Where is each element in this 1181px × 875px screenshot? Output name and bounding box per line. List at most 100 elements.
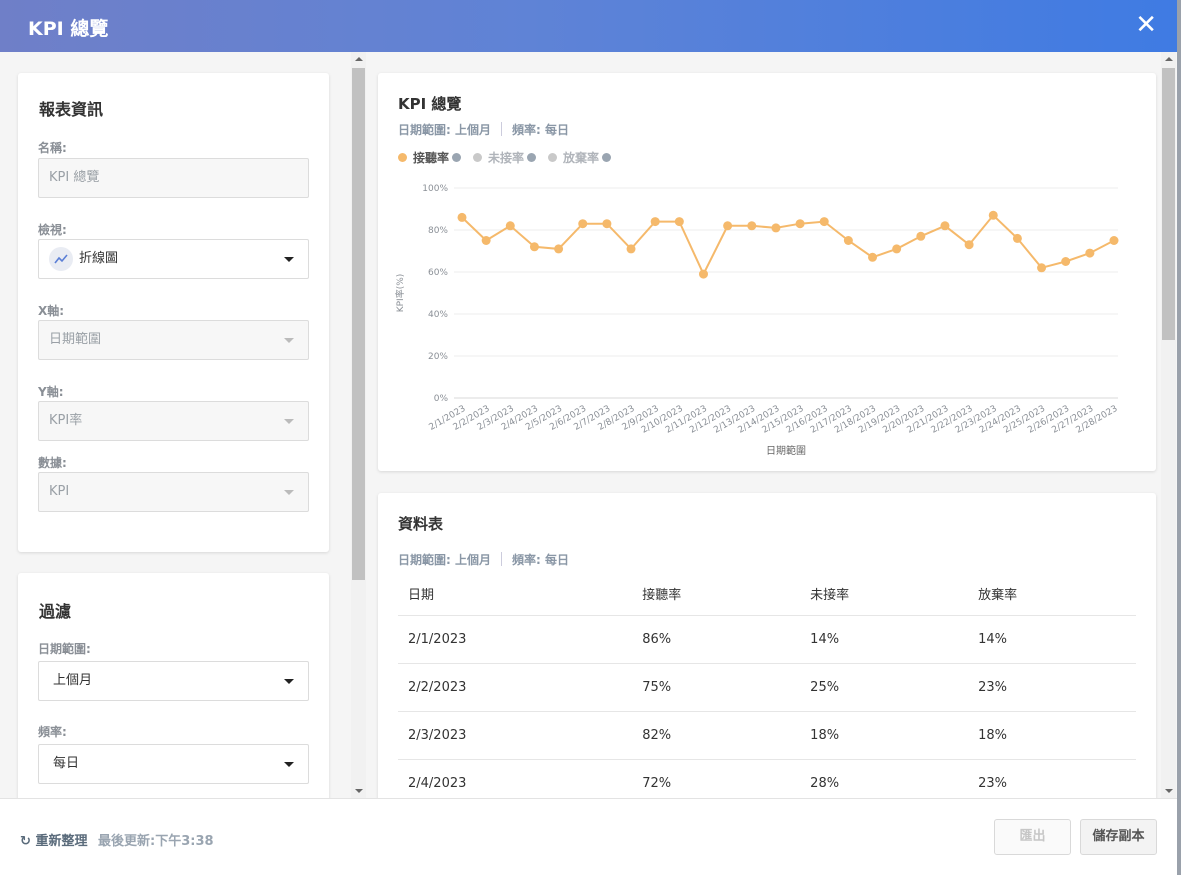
data-point [626, 244, 636, 254]
table-cell: 82% [632, 711, 801, 760]
chevron-down-icon [284, 762, 294, 767]
name-field[interactable]: KPI 總覽 [38, 158, 309, 198]
table-date-range: 日期範圍: 上個月 [398, 553, 491, 567]
data-point [1037, 263, 1047, 273]
table-cell: 2/4/2023 [398, 759, 633, 798]
frequency-select[interactable]: 每日 [38, 744, 309, 784]
y-axis-value: KPI率 [49, 413, 83, 428]
data-select[interactable]: KPI [38, 472, 309, 512]
data-point [892, 244, 902, 254]
column-header: 日期 [398, 573, 633, 616]
table-cell: 28% [800, 759, 969, 798]
export-button[interactable]: 匯出 [994, 819, 1071, 855]
table-cell: 2/1/2023 [398, 615, 633, 664]
refresh-label: 重新整理 [35, 834, 88, 849]
data-point [795, 219, 805, 229]
data-point [602, 219, 612, 229]
left-scrollbar[interactable] [351, 52, 366, 798]
y-tick-label: 60% [428, 268, 448, 278]
data-point [1085, 248, 1095, 258]
scroll-up-icon[interactable] [1165, 57, 1173, 61]
refresh-button[interactable]: ↻ 重新整理 [20, 830, 87, 849]
kpi-line-chart: 0%20%40%60%80%100%2/1/20232/2/20232/3/20… [394, 184, 1120, 457]
table-cell: 72% [632, 759, 801, 798]
table-row: 2/2/2023 75% 25% 23% [398, 663, 1136, 712]
right-scrollbar[interactable] [1161, 52, 1176, 798]
date-range-value: 上個月 [53, 673, 93, 688]
scroll-down-icon[interactable] [355, 789, 363, 793]
data-point [723, 221, 733, 231]
scroll-down-icon[interactable] [1165, 789, 1173, 793]
data-point [868, 252, 878, 262]
column-header: 未接率 [800, 573, 969, 616]
view-label: 檢視: [38, 223, 67, 237]
table-cell: 75% [632, 663, 801, 712]
table-cell: 23% [968, 759, 1136, 798]
data-point [988, 210, 998, 220]
data-point [771, 223, 781, 233]
table-cell: 23% [968, 663, 1136, 712]
report-info-heading: 報表資訊 [39, 100, 104, 119]
table-cell: 18% [968, 711, 1136, 760]
kpi-modal: KPI 總覽 ✕ 報表資訊 名稱: KPI 總覽 檢視: 折線圖 X軸: 日期範… [0, 0, 1177, 875]
x-axis-title: 日期範圍 [766, 444, 806, 457]
table-card-title: 資料表 [398, 515, 444, 533]
modal-title: KPI 總覽 [28, 18, 109, 40]
refresh-icon: ↻ [20, 834, 31, 849]
y-tick-label: 40% [428, 310, 448, 320]
y-axis-select[interactable]: KPI率 [38, 401, 309, 441]
table-cell: 18% [800, 711, 969, 760]
chart-card: KPI 總覽 日期範圍: 上個月 頻率: 每日 接聽率 未接率 放棄率 0% 20% 40… [378, 73, 1156, 471]
data-point [819, 217, 829, 227]
filter-card: 過濾 日期範圍: 上個月 頻率: 每日 [18, 573, 329, 798]
data-point [1012, 233, 1022, 243]
date-range-select[interactable]: 上個月 [38, 661, 309, 701]
name-label: 名稱: [38, 141, 67, 155]
filter-heading: 過濾 [39, 602, 72, 621]
column-header: 放棄率 [968, 573, 1136, 616]
y-axis-title: KPI率(%) [394, 274, 406, 313]
line-chart-icon [49, 247, 73, 271]
data-point [964, 240, 974, 250]
data-value: KPI [49, 484, 70, 499]
column-header: 接聽率 [632, 573, 801, 616]
data-table-card: 資料表 日期範圍: 上個月 頻率: 每日 日期 接聽率 未接率 放棄率 2/1/2023… [378, 493, 1156, 798]
table-cell: 14% [968, 615, 1136, 664]
data-point [650, 217, 660, 227]
x-axis-label: X軸: [38, 304, 65, 318]
data-label: 數據: [38, 456, 67, 470]
table-header-row: 日期 接聽率 未接率 放棄率 [398, 573, 1136, 616]
modal-header: KPI 總覽 ✕ [0, 0, 1177, 52]
close-icon[interactable]: ✕ [1135, 10, 1157, 40]
table-cell: 14% [800, 615, 969, 664]
table-filters-summary: 日期範圍: 上個月 頻率: 每日 [398, 551, 569, 568]
data-point [554, 244, 564, 254]
frequency-value: 每日 [53, 756, 80, 771]
y-tick-label: 20% [428, 352, 448, 362]
frequency-label: 頻率: [38, 725, 67, 739]
data-point [1061, 257, 1071, 266]
save-copy-button[interactable]: 儲存副本 [1080, 819, 1157, 855]
view-select[interactable]: 折線圖 [38, 239, 309, 279]
data-point [747, 221, 757, 231]
scroll-up-icon[interactable] [355, 57, 363, 61]
data-point [843, 236, 853, 245]
chevron-down-icon [284, 257, 294, 262]
y-tick-label: 80% [428, 226, 448, 236]
x-axis-value: 日期範圍 [49, 332, 102, 347]
table-cell: 2/2/2023 [398, 663, 633, 712]
data-point [505, 221, 515, 231]
scrollbar-thumb[interactable] [352, 68, 365, 580]
data-point [578, 219, 588, 229]
name-value: KPI 總覽 [49, 170, 100, 185]
data-point [529, 242, 539, 252]
data-point [1109, 236, 1119, 245]
table-cell: 86% [632, 615, 801, 664]
last-updated: 最後更新:下午3:38 [98, 834, 214, 849]
modal-footer: ↻ 重新整理 最後更新:下午3:38 匯出 儲存副本 [0, 798, 1177, 875]
data-point [940, 221, 950, 231]
x-axis-select[interactable]: 日期範圍 [38, 320, 309, 360]
scrollbar-thumb[interactable] [1162, 68, 1175, 340]
settings-pane: 報表資訊 名稱: KPI 總覽 檢視: 折線圖 X軸: 日期範圍 Y軸: KPI… [0, 52, 350, 798]
data-point [916, 231, 926, 241]
